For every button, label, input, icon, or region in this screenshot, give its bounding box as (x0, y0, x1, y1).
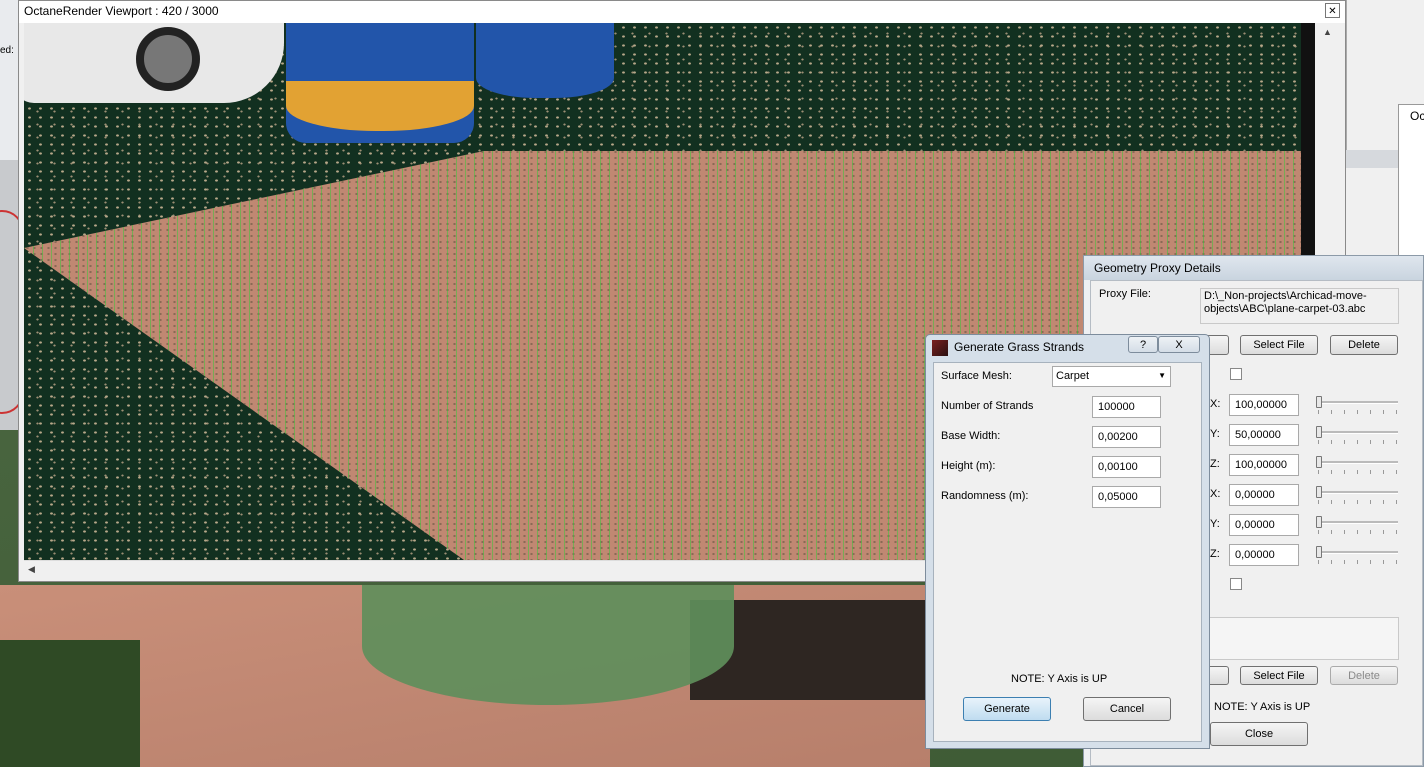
axis-label-z-2: Z: (1210, 548, 1220, 560)
offset-x-slider[interactable] (1318, 491, 1398, 494)
select-file-button[interactable]: Select File (1240, 335, 1318, 355)
octane-title-bar[interactable]: OctaneRender Viewport : 420 / 3000 ✕ (19, 1, 1345, 23)
axis-label-x-2: X: (1210, 488, 1221, 500)
scroll-up-icon[interactable]: ▲ (1323, 27, 1332, 37)
scroll-left-icon[interactable]: ◀ (28, 564, 35, 575)
cancel-button[interactable]: Cancel (1083, 697, 1171, 721)
height-label: Height (m): (941, 460, 996, 472)
delete-button[interactable]: Delete (1330, 335, 1398, 355)
scale-x-slider-thumb[interactable] (1316, 396, 1322, 408)
scale-z-slider-thumb[interactable] (1316, 456, 1322, 468)
offset-z-slider-thumb[interactable] (1316, 546, 1322, 558)
scale-y-input[interactable]: 50,00000 (1229, 424, 1299, 446)
rendered-blue-cylinder-2 (476, 23, 614, 98)
slider-ticks (1318, 410, 1398, 414)
scale-x-input[interactable]: 100,00000 (1229, 394, 1299, 416)
close-button[interactable]: Close (1210, 722, 1308, 746)
scale-z-slider[interactable] (1318, 461, 1398, 464)
offset-z-input[interactable]: 0,00000 (1229, 544, 1299, 566)
base-width-input[interactable]: 0,00200 (1092, 426, 1161, 448)
help-icon[interactable]: ? (1128, 336, 1158, 353)
generate-button[interactable]: Generate (963, 697, 1051, 721)
proxy-checkbox-1[interactable] (1230, 368, 1242, 380)
strands-input[interactable]: 100000 (1092, 396, 1161, 418)
grass-dialog-body (933, 362, 1202, 742)
geometry-proxy-title: Geometry Proxy Details (1094, 261, 1221, 275)
scale-y-slider-thumb[interactable] (1316, 426, 1322, 438)
close-icon[interactable]: ✕ (1325, 3, 1340, 18)
proxy-note: NOTE: Y Axis is UP (1214, 701, 1311, 713)
proxy-text-area[interactable] (1209, 617, 1399, 660)
background-cylinder-object[interactable] (362, 585, 734, 705)
randomness-input[interactable]: 0,05000 (1092, 486, 1161, 508)
grass-dialog-title: Generate Grass Strands (954, 340, 1085, 354)
height-input[interactable]: 0,00100 (1092, 456, 1161, 478)
select-file-button-2[interactable]: Select File (1240, 666, 1318, 685)
slider-ticks (1318, 470, 1398, 474)
scale-y-slider[interactable] (1318, 431, 1398, 434)
chevron-down-icon: ▼ (1158, 371, 1166, 380)
axis-label-y-2: Y: (1210, 518, 1220, 530)
background-grass (0, 640, 140, 767)
randomness-label: Randomness (m): (941, 490, 1029, 502)
offset-z-slider[interactable] (1318, 551, 1398, 554)
slider-ticks (1318, 440, 1398, 444)
rendered-wheel (136, 27, 200, 91)
archicad-icon (932, 340, 948, 356)
octane-window-title: OctaneRender Viewport : 420 / 3000 (24, 4, 219, 18)
octane-side-panel-title: Oc (1410, 109, 1424, 123)
axis-label-y: Y: (1210, 428, 1220, 440)
left-toolbar-label: ed: (0, 45, 14, 56)
axis-label-z: Z: (1210, 458, 1220, 470)
slider-ticks (1318, 560, 1398, 564)
left-toolbar: ed: (0, 0, 19, 160)
generate-grass-dialog: Generate Grass Strands ? X (925, 334, 1210, 749)
proxy-checkbox-2[interactable] (1230, 578, 1242, 590)
proxy-file-path: D:\_Non-projects\Archicad-move-objects\A… (1200, 288, 1399, 324)
base-width-label: Base Width: (941, 430, 1001, 442)
octane-side-panel: Oc (1398, 104, 1424, 266)
scale-x-slider[interactable] (1318, 401, 1398, 404)
geometry-proxy-title-bar[interactable]: Geometry Proxy Details (1084, 256, 1423, 280)
offset-y-input[interactable]: 0,00000 (1229, 514, 1299, 536)
surface-mesh-select[interactable]: Carpet ▼ (1052, 366, 1171, 387)
slider-ticks (1318, 500, 1398, 504)
offset-y-slider-thumb[interactable] (1316, 516, 1322, 528)
offset-x-input[interactable]: 0,00000 (1229, 484, 1299, 506)
offset-x-slider-thumb[interactable] (1316, 486, 1322, 498)
scale-z-input[interactable]: 100,00000 (1229, 454, 1299, 476)
delete-button-2[interactable]: Delete (1330, 666, 1398, 685)
axis-label-x: X: (1210, 398, 1221, 410)
surface-mesh-value: Carpet (1056, 370, 1090, 382)
offset-y-slider[interactable] (1318, 521, 1398, 524)
close-icon[interactable]: X (1158, 336, 1200, 353)
grass-note: NOTE: Y Axis is UP (1011, 673, 1108, 685)
rendered-orange-band (286, 81, 474, 131)
surface-mesh-label: Surface Mesh: (941, 370, 1012, 382)
strands-label: Number of Strands (941, 400, 1034, 412)
proxy-file-label: Proxy File: (1099, 288, 1151, 300)
slider-ticks (1318, 530, 1398, 534)
